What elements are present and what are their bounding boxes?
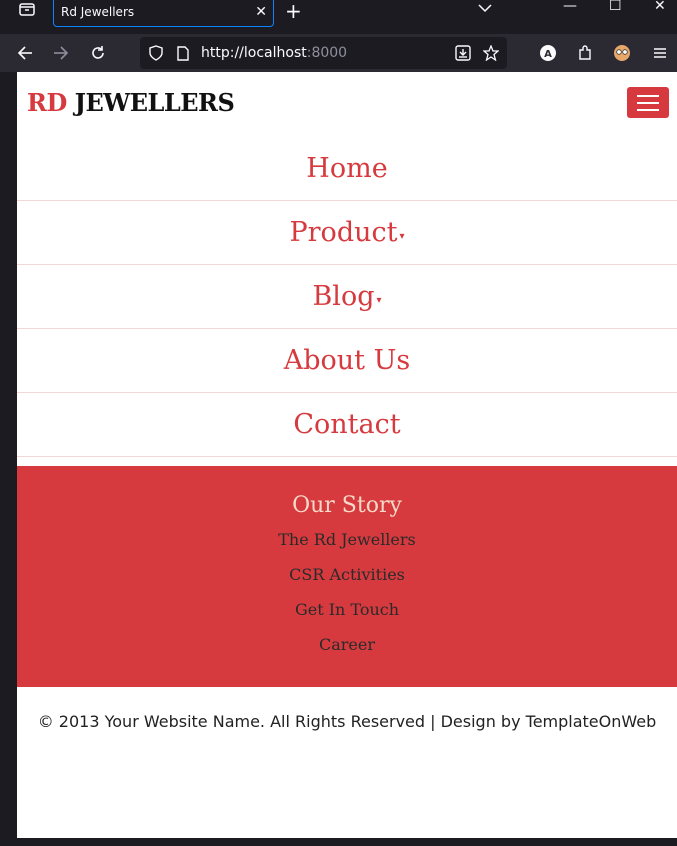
url-port: :8000	[306, 45, 348, 61]
hamburger-line	[637, 108, 659, 111]
nav-item-home[interactable]: Home	[17, 137, 677, 201]
window-left-edge	[0, 72, 17, 846]
window-bottom-edge	[0, 838, 677, 846]
main-nav: Home Product ▾ Blog ▾ About Us Contact	[17, 137, 677, 457]
site-logo[interactable]: RD JEWELLERS	[27, 88, 235, 117]
tab-close-icon[interactable]: ✕	[255, 4, 267, 20]
nav-item-blog[interactable]: Blog ▾	[17, 265, 677, 329]
footer-copyright: © 2013 Your Website Name. All Rights Res…	[37, 712, 657, 731]
minimize-button[interactable]: —	[563, 0, 577, 14]
extensions-icon[interactable]	[575, 43, 595, 63]
page-icon[interactable]	[173, 43, 193, 63]
story-link-get-in-touch[interactable]: Get In Touch	[17, 598, 677, 633]
nav-label-about: About Us	[283, 345, 411, 376]
tab-list-icon[interactable]	[16, 0, 38, 18]
nav-label-product: Product	[289, 217, 398, 248]
caret-down-icon: ▾	[376, 295, 382, 306]
nav-toolbar: http://localhost:8000 A	[0, 34, 677, 72]
hamburger-line	[637, 101, 659, 104]
account-letter: A	[544, 49, 552, 60]
new-tab-button[interactable]: +	[285, 0, 302, 23]
nav-item-contact[interactable]: Contact	[17, 393, 677, 457]
active-tab[interactable]: Rd Jewellers ✕	[53, 0, 274, 27]
url-text[interactable]: http://localhost:8000	[201, 45, 347, 61]
story-link-csr[interactable]: CSR Activities	[17, 563, 677, 598]
account-icon[interactable]: A	[538, 43, 558, 63]
nav-item-product[interactable]: Product ▾	[17, 201, 677, 265]
hamburger-menu-button[interactable]	[627, 87, 669, 118]
nav-label-home: Home	[306, 153, 388, 184]
story-title: Our Story	[292, 493, 402, 518]
save-page-icon[interactable]	[453, 43, 473, 63]
close-window-button[interactable]: ✕	[654, 0, 666, 14]
bookmark-star-icon[interactable]	[481, 43, 501, 63]
forward-arrow-icon[interactable]	[51, 43, 71, 63]
nav-label-contact: Contact	[293, 409, 401, 440]
chevron-down-icon[interactable]	[478, 0, 492, 17]
menu-icon[interactable]	[650, 43, 670, 63]
logo-main: JEWELLERS	[66, 88, 235, 117]
story-link-rd-jewellers[interactable]: The Rd Jewellers	[17, 528, 677, 563]
tab-bar: Rd Jewellers ✕ + — ☐ ✕	[0, 0, 677, 34]
story-link-career[interactable]: Career	[17, 633, 677, 668]
back-arrow-icon[interactable]	[15, 43, 35, 63]
profile-avatar-icon[interactable]	[612, 43, 632, 63]
shield-icon[interactable]	[146, 43, 166, 63]
url-bar[interactable]: http://localhost:8000	[140, 37, 507, 69]
reload-icon[interactable]	[88, 43, 108, 63]
site-header: RD JEWELLERS	[17, 72, 677, 134]
web-page: RD JEWELLERS Home Product ▾ Blog ▾ About U…	[17, 72, 677, 838]
nav-item-about[interactable]: About Us	[17, 329, 677, 393]
our-story-section: Our Story The Rd Jewellers CSR Activitie…	[17, 466, 677, 687]
logo-accent: RD	[27, 88, 67, 117]
url-host: http://localhost	[201, 45, 307, 61]
hamburger-line	[637, 94, 659, 97]
caret-down-icon: ▾	[399, 231, 405, 242]
tab-title: Rd Jewellers	[61, 4, 135, 19]
maximize-button[interactable]: ☐	[609, 0, 622, 14]
nav-label-blog: Blog	[312, 281, 375, 312]
